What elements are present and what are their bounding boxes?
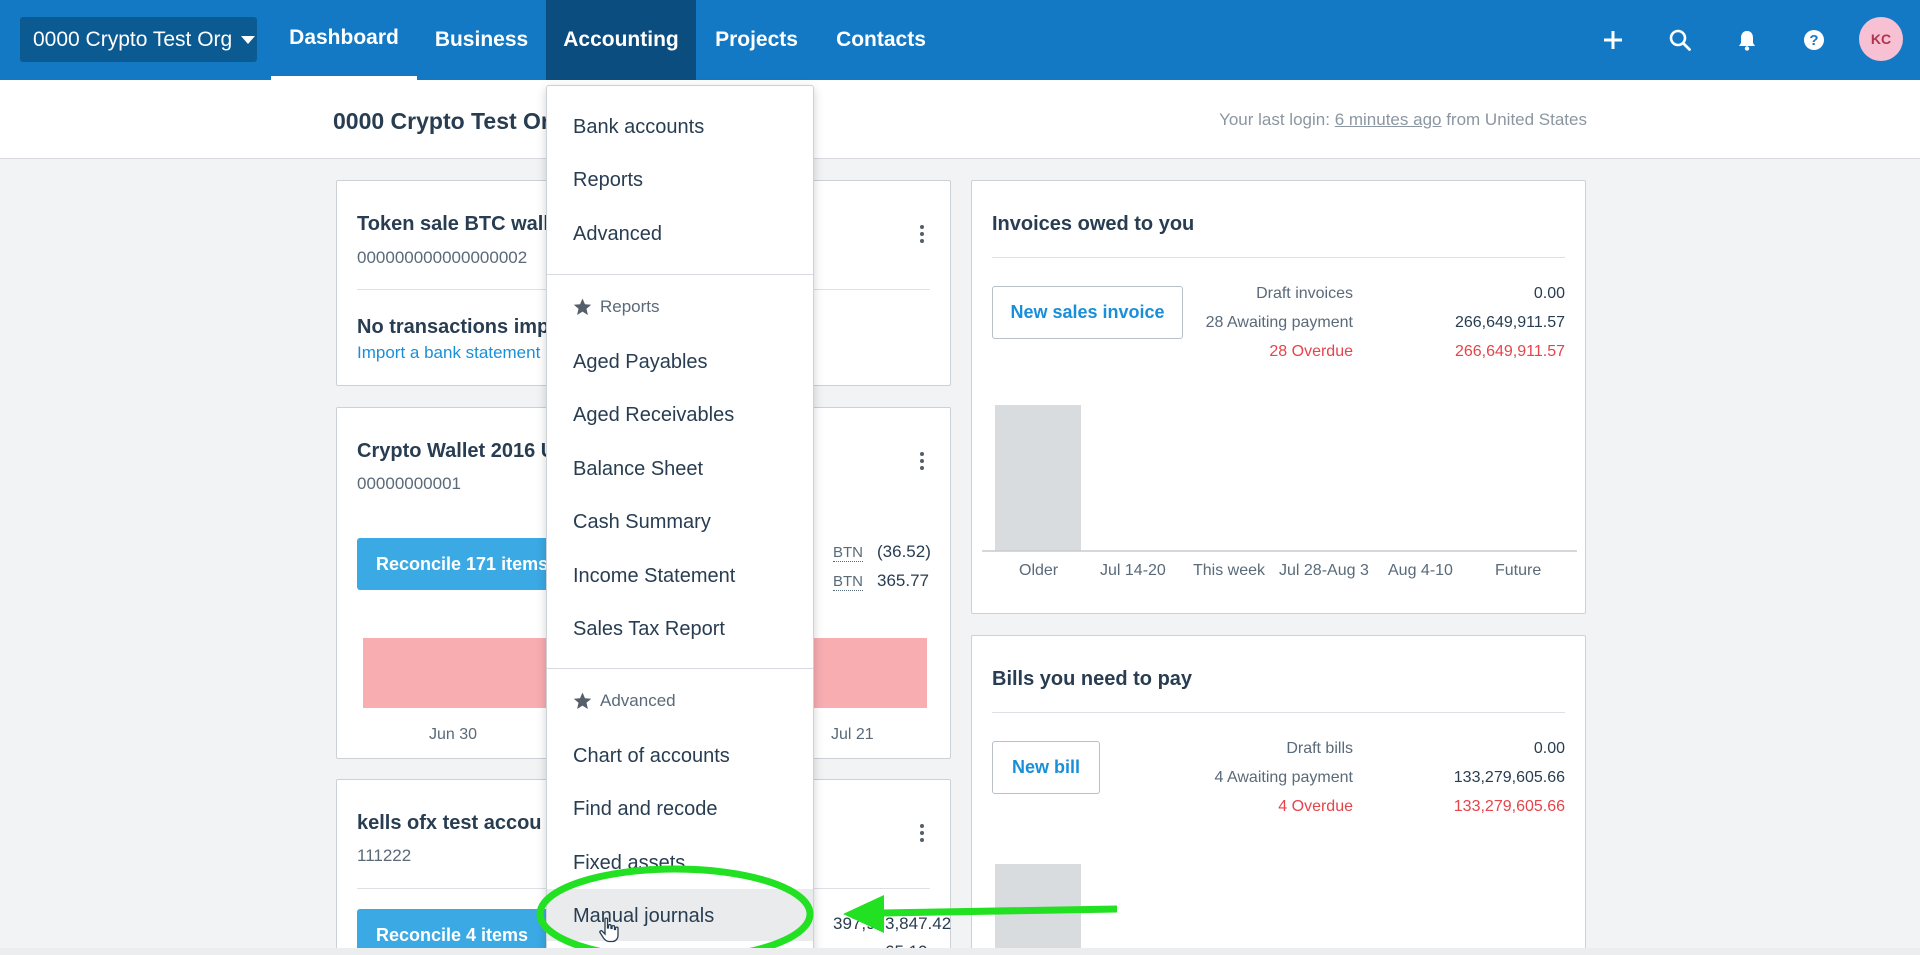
bank-account-number: 111222	[357, 846, 412, 865]
nav-accounting[interactable]: Accounting	[546, 0, 696, 80]
more-options-icon[interactable]	[920, 824, 924, 842]
more-options-icon[interactable]	[920, 225, 924, 243]
bank-account-title[interactable]: Token sale BTC wall	[357, 213, 549, 236]
star-icon	[573, 298, 592, 315]
menu-separator	[547, 668, 813, 669]
currency-tag: BTN	[833, 544, 863, 562]
reports-section-header: Reports	[573, 297, 660, 317]
page-bottom-edge	[0, 948, 1920, 955]
menu-item-find-and-recode[interactable]: Find and recode	[573, 798, 718, 821]
menu-item-aged-payables[interactable]: Aged Payables	[573, 351, 708, 374]
bank-account-title[interactable]: kells ofx test accou	[357, 812, 542, 835]
menu-item-manual-journals[interactable]: Manual journals	[573, 905, 714, 928]
chart-axis-label: Jun 30	[429, 726, 478, 743]
menu-item-reports[interactable]: Reports	[573, 169, 643, 192]
draft-bills-value: 0.00	[1533, 740, 1565, 757]
chart-axis-label: Aug 4-10	[1388, 562, 1453, 579]
chart-axis-label: This week	[1193, 562, 1266, 579]
awaiting-payment-label[interactable]: 28 Awaiting payment	[1206, 314, 1353, 332]
chart-axis-label: Jul 14-20	[1100, 562, 1166, 579]
menu-item-chart-of-accounts[interactable]: Chart of accounts	[573, 745, 730, 768]
nav-dashboard[interactable]: Dashboard	[271, 0, 417, 80]
divider	[992, 257, 1565, 258]
reconcile-button[interactable]: Reconcile 171 items	[357, 538, 557, 590]
currency-tag: BTN	[833, 573, 863, 591]
page-title: 0000 Crypto Test Or	[333, 108, 550, 134]
new-bill-button[interactable]: New bill	[992, 741, 1100, 794]
invoices-owed-card: Invoices owed to you New sales invoice D…	[971, 180, 1586, 614]
chart-axis-label: Jul 21	[831, 726, 874, 743]
older-bar[interactable]	[995, 864, 1081, 955]
avatar[interactable]: KC	[1859, 17, 1903, 61]
awaiting-payment-value: 266,649,911.57	[1454, 314, 1565, 331]
chart-axis-label: Jul 28-Aug 3	[1279, 562, 1369, 579]
menu-item-bank-accounts[interactable]: Bank accounts	[573, 116, 704, 139]
overdue-value: 266,649,911.57	[1454, 343, 1565, 360]
awaiting-payment-label[interactable]: 4 Awaiting payment	[1215, 769, 1353, 787]
help-icon[interactable]: ?	[1798, 24, 1830, 56]
org-switcher-button[interactable]: 0000 Crypto Test Org	[20, 17, 257, 62]
bills-to-pay-card: Bills you need to pay New bill Draft bil…	[971, 635, 1586, 955]
bank-account-number: 00000000001	[357, 474, 462, 493]
draft-invoices-value: 0.00	[1533, 285, 1565, 302]
nav-projects[interactable]: Projects	[696, 0, 817, 80]
accounting-dropdown-menu: Bank accounts Reports Advanced Reports A…	[546, 85, 814, 955]
no-transactions-title: No transactions imp	[357, 316, 550, 338]
plus-icon[interactable]	[1597, 24, 1629, 56]
hand-cursor-icon	[599, 917, 619, 943]
menu-item-sales-tax-report[interactable]: Sales Tax Report	[573, 618, 725, 641]
bank-account-title[interactable]: Crypto Wallet 2016 U	[357, 440, 555, 463]
search-icon[interactable]	[1664, 24, 1696, 56]
menu-item-balance-sheet[interactable]: Balance Sheet	[573, 458, 703, 481]
org-name: 0000 Crypto Test Org	[33, 27, 233, 51]
bills-title[interactable]: Bills you need to pay	[992, 668, 1192, 691]
menu-separator	[547, 274, 813, 275]
bell-icon[interactable]	[1731, 24, 1763, 56]
menu-item-fixed-assets[interactable]: Fixed assets	[573, 852, 685, 875]
top-nav: 0000 Crypto Test Org Dashboard Business …	[0, 0, 1920, 80]
menu-item-cash-summary[interactable]: Cash Summary	[573, 511, 711, 534]
divider	[992, 712, 1565, 713]
star-icon	[573, 692, 592, 709]
menu-item-aged-receivables[interactable]: Aged Receivables	[573, 404, 734, 427]
caret-down-icon	[241, 35, 256, 44]
draft-bills-label[interactable]: Draft bills	[1286, 740, 1353, 758]
menu-item-income-statement[interactable]: Income Statement	[573, 565, 735, 588]
last-login-link[interactable]: 6 minutes ago	[1335, 110, 1442, 129]
invoices-title[interactable]: Invoices owed to you	[992, 213, 1194, 236]
bank-account-number: 000000000000000002	[357, 248, 528, 267]
statement-balance: 397,993,847.42	[833, 914, 952, 933]
svg-text:?: ?	[1809, 32, 1818, 49]
overdue-label[interactable]: 4 Overdue	[1278, 798, 1353, 816]
chart-axis-label: Older	[1019, 562, 1059, 579]
new-sales-invoice-button[interactable]: New sales invoice	[992, 286, 1183, 339]
menu-item-advanced[interactable]: Advanced	[573, 223, 662, 246]
draft-invoices-label[interactable]: Draft invoices	[1256, 285, 1353, 303]
balance-amount: 365.77	[877, 571, 929, 590]
overdue-label[interactable]: 28 Overdue	[1269, 343, 1353, 361]
nav-contacts[interactable]: Contacts	[817, 0, 945, 80]
more-options-icon[interactable]	[920, 452, 924, 470]
awaiting-payment-value: 133,279,605.66	[1453, 769, 1565, 786]
nav-business[interactable]: Business	[417, 0, 546, 80]
overdue-value: 133,279,605.66	[1453, 798, 1565, 815]
invoices-aging-chart	[982, 405, 1577, 552]
older-bar[interactable]	[995, 405, 1081, 551]
bills-aging-chart	[995, 864, 1081, 955]
balance-amount: (36.52)	[877, 542, 931, 561]
org-header: 0000 Crypto Test Or Your last login: 6 m…	[0, 80, 1920, 159]
import-statement-link[interactable]: Import a bank statement	[357, 343, 540, 363]
advanced-section-header: Advanced	[573, 691, 676, 711]
chart-axis-label: Future	[1495, 562, 1542, 579]
last-login-text: Your last login: 6 minutes ago from Unit…	[1219, 110, 1587, 129]
